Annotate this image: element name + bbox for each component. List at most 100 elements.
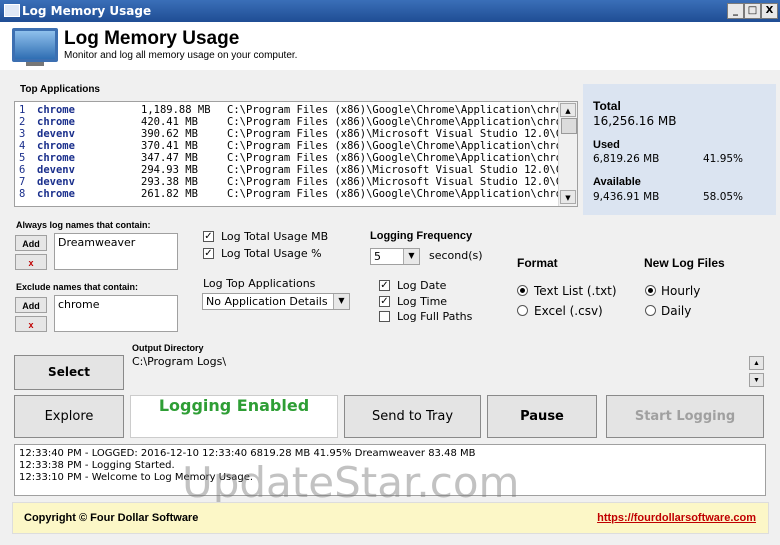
always-log-names-field[interactable]: Dreamweaver [54,233,178,270]
website-link[interactable]: https://fourdollarsoftware.com [597,512,756,524]
app-memory: 293.38 MB [141,176,198,188]
log-top-apps-dropdown[interactable]: No Application Details ▼ [202,293,350,310]
title-bar: Log Memory Usage _ □ X [0,0,780,22]
always-log-label: Always log names that contain: [16,220,151,230]
app-name: devenv [37,128,75,140]
log-top-apps-label: Log Top Applications [203,277,316,290]
format-txt-radio[interactable] [517,285,528,296]
send-to-tray-button[interactable]: Send to Tray [344,395,481,438]
app-memory: 261.82 MB [141,188,198,200]
available-percent: 58.05% [703,191,744,203]
select-directory-button[interactable]: Select [14,355,124,390]
available-label: Available [593,176,641,188]
app-memory: 390.62 MB [141,128,198,140]
frequency-dropdown[interactable]: 5 ▼ [370,248,420,265]
app-name: chrome [37,188,75,200]
logging-status: Logging Enabled [130,395,338,438]
output-directory-label: Output Directory [132,343,204,353]
daily-radio[interactable] [645,305,656,316]
scroll-thumb[interactable] [561,118,577,134]
top-applications-label: Top Applications [20,84,100,95]
hourly-label: Hourly [661,284,701,298]
exclude-label: Exclude names that contain: [16,282,139,292]
row-number: 6 [19,164,26,176]
scroll-up-arrow-icon[interactable]: ▲ [560,103,576,117]
app-subtitle: Monitor and log all memory usage on your… [64,50,298,61]
row-number: 1 [19,104,26,116]
app-path: C:\Program Files (x86)\Google\Chrome\App… [227,116,578,128]
format-csv-label: Excel (.csv) [534,304,603,318]
log-time-checkbox[interactable]: ✓ [379,296,390,307]
row-number: 7 [19,176,26,188]
app-name: chrome [37,116,75,128]
log-time-label: Log Time [397,295,448,308]
used-percent: 41.95% [703,153,744,165]
watermark: UpdateStar.com [182,458,520,507]
log-total-mb-label: Log Total Usage MB [221,230,329,243]
copyright: Copyright © Four Dollar Software [24,512,199,524]
app-path: C:\Program Files (x86)\Microsoft Visual … [227,128,578,140]
format-csv-radio[interactable] [517,305,528,316]
maximize-button[interactable]: □ [744,3,761,19]
output-directory-value: C:\Program Logs\ [132,355,227,368]
log-total-pct-checkbox[interactable]: ✓ [203,248,214,259]
app-title: Log Memory Usage [64,28,240,49]
daily-label: Daily [661,304,692,318]
app-memory: 370.41 MB [141,140,198,152]
minimize-button[interactable]: _ [727,3,744,19]
scroll-down-arrow-icon[interactable]: ▼ [560,190,576,204]
format-txt-label: Text List (.txt) [534,284,617,298]
always-log-add-button[interactable]: Add [15,235,47,251]
logging-frequency-label: Logging Frequency [370,230,473,242]
always-log-remove-button[interactable]: x [15,254,47,270]
top-applications-scrollbar[interactable]: ▲ ▼ [558,102,577,206]
app-path: C:\Program Files (x86)\Microsoft Visual … [227,176,578,188]
exclude-names-field[interactable]: chrome [54,295,178,332]
frequency-value: 5 [374,250,381,263]
log-date-label: Log Date [397,279,447,292]
available-value: 9,436.91 MB [593,191,660,203]
app-path: C:\Program Files (x86)\Google\Chrome\App… [227,152,578,164]
log-total-pct-label: Log Total Usage % [221,247,322,260]
exclude-remove-button[interactable]: x [15,316,47,332]
start-logging-button[interactable]: Start Logging [606,395,764,438]
app-memory: 1,189.88 MB [141,104,211,116]
output-scroll-down-icon[interactable]: ▼ [749,373,764,387]
app-name: devenv [37,164,75,176]
used-value: 6,819.26 MB [593,153,660,165]
frequency-unit: second(s) [429,249,483,262]
chevron-down-icon[interactable]: ▼ [403,249,419,264]
output-scroll-up-icon[interactable]: ▲ [749,356,764,370]
row-number: 4 [19,140,26,152]
app-memory: 347.47 MB [141,152,198,164]
app-header: Log Memory Usage Monitor and log all mem… [0,22,780,70]
app-path: C:\Program Files (x86)\Google\Chrome\App… [227,140,578,152]
row-number: 2 [19,116,26,128]
window-title: Log Memory Usage [22,4,152,18]
total-value: 16,256.16 MB [593,114,677,128]
row-number: 5 [19,152,26,164]
log-top-apps-value: No Application Details [206,295,328,308]
exclude-add-button[interactable]: Add [15,297,47,313]
row-number: 8 [19,188,26,200]
chevron-down-icon[interactable]: ▼ [333,294,349,309]
log-total-mb-checkbox[interactable]: ✓ [203,231,214,242]
hourly-radio[interactable] [645,285,656,296]
footer: Copyright © Four Dollar Software https:/… [12,502,769,534]
close-button[interactable]: X [761,3,778,19]
row-number: 3 [19,128,26,140]
format-label: Format [517,256,558,270]
pause-button[interactable]: Pause [487,395,597,438]
log-full-paths-checkbox[interactable] [379,311,390,322]
top-applications-list[interactable]: 1 chrome 1,189.88 MB C:\Program Files (x… [14,101,578,207]
app-path: C:\Program Files (x86)\Google\Chrome\App… [227,104,578,116]
log-date-checkbox[interactable]: ✓ [379,280,390,291]
log-full-paths-label: Log Full Paths [397,310,473,323]
monitor-icon [12,28,58,62]
explore-button[interactable]: Explore [14,395,124,438]
app-name: chrome [37,104,75,116]
log-line: 12:33:38 PM - Logging Started. [19,460,175,471]
app-memory: 294.93 MB [141,164,198,176]
app-name: chrome [37,140,75,152]
app-memory: 420.41 MB [141,116,198,128]
